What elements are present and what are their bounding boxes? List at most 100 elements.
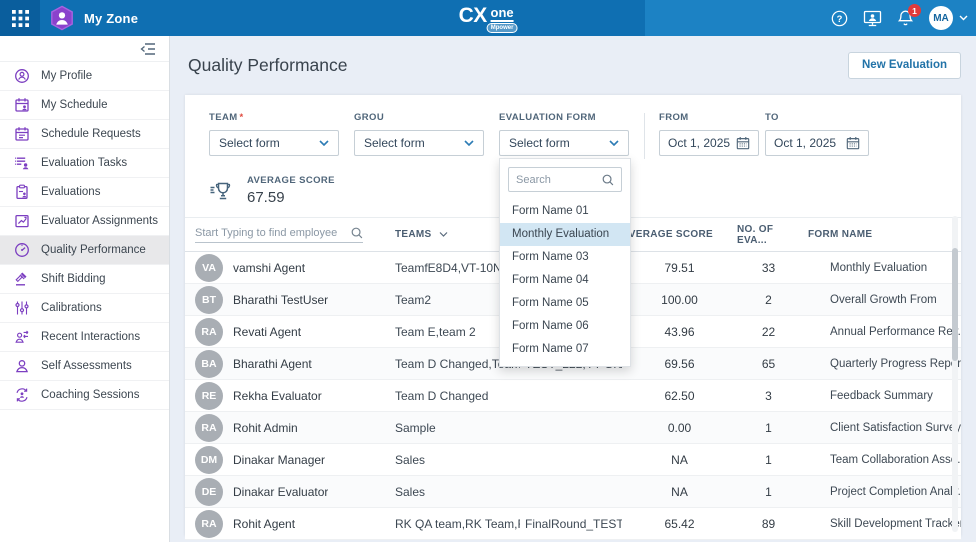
- collapse-sidebar-icon[interactable]: [140, 42, 156, 56]
- column-header-average-score[interactable]: AVERAGE SCORE: [622, 229, 737, 240]
- form-name-cell: Overall Growth From: [800, 294, 961, 306]
- new-evaluation-button[interactable]: New Evaluation: [848, 52, 961, 79]
- sidebar-item-evaluations[interactable]: Evaluations: [0, 178, 169, 207]
- form-name-cell: Team Collaboration Asse...: [800, 454, 961, 466]
- table-row[interactable]: RARohit AdminSample0.001Client Satisfact…: [185, 412, 961, 444]
- evaluations-count-cell: 2: [737, 293, 800, 307]
- column-header-evaluations[interactable]: NO. OF EVA...: [737, 224, 800, 246]
- monitor-icon[interactable]: [863, 10, 882, 27]
- sidebar-item-coaching-sessions[interactable]: Coaching Sessions: [0, 381, 169, 410]
- employee-cell: DMDinakar Manager: [185, 446, 395, 474]
- chevron-down-icon: [439, 232, 448, 237]
- sidebar-item-my-schedule[interactable]: My Schedule: [0, 91, 169, 120]
- to-date-input[interactable]: Oct 1, 2025: [765, 130, 869, 156]
- calibrations-icon: [14, 300, 30, 316]
- evaluation-form-dropdown: Form Name 01Monthly EvaluationForm Name …: [499, 158, 631, 367]
- sidebar-item-my-profile[interactable]: My Profile: [0, 62, 169, 91]
- sidebar-item-label: Shift Bidding: [41, 273, 106, 285]
- my-schedule-icon: [14, 97, 30, 113]
- table-row[interactable]: DEDinakar EvaluatorSalesNA1Project Compl…: [185, 476, 961, 508]
- chevron-down-icon[interactable]: [959, 15, 968, 21]
- employee-name: Rohit Admin: [233, 421, 298, 435]
- evaluator-assignments-icon: [14, 213, 30, 229]
- employee-search-input[interactable]: [195, 227, 351, 239]
- avatar: BA: [195, 350, 223, 378]
- dropdown-option[interactable]: Form Name 06: [500, 315, 630, 338]
- average-score-cell: 65.42: [622, 517, 737, 531]
- sidebar-item-label: Evaluator Assignments: [41, 215, 158, 227]
- dropdown-option[interactable]: Form Name 04: [500, 269, 630, 292]
- group-filter-label: GROU: [354, 112, 484, 123]
- employee-cell: RARohit Admin: [185, 414, 395, 442]
- from-date-input[interactable]: Oct 1, 2025: [659, 130, 759, 156]
- help-icon[interactable]: ?: [831, 10, 848, 27]
- mpower-badge: Mpower: [487, 23, 518, 33]
- sidebar-collapse-row: [0, 36, 169, 62]
- employee-name: Rohit Agent: [233, 517, 295, 531]
- team-select-value: Select form: [219, 136, 280, 150]
- sidebar-item-schedule-requests[interactable]: Schedule Requests: [0, 120, 169, 149]
- group-filter: GROU Select form: [354, 112, 484, 159]
- team-filter: TEAM* Select form: [209, 112, 339, 159]
- dropdown-search-input[interactable]: [516, 174, 602, 186]
- employee-cell: BTBharathi TestUser: [185, 286, 395, 314]
- employee-cell: RARohit Agent: [185, 510, 395, 538]
- employee-name: vamshi Agent: [233, 261, 305, 275]
- employee-name: Dinakar Evaluator: [233, 485, 328, 499]
- apps-grid-icon: [12, 10, 29, 27]
- dropdown-option[interactable]: Monthly Evaluation: [500, 223, 630, 246]
- evaluation-form-select[interactable]: Select form: [499, 130, 629, 156]
- dropdown-option[interactable]: Form Name 05: [500, 292, 630, 315]
- table-row[interactable]: DMDinakar ManagerSalesNA1Team Collaborat…: [185, 444, 961, 476]
- dropdown-option[interactable]: Form Name 01: [500, 200, 630, 223]
- notifications-icon[interactable]: 1: [897, 9, 914, 27]
- calendar-icon: [736, 136, 750, 150]
- average-score-cell: 79.51: [622, 261, 737, 275]
- dropdown-option[interactable]: Form Name 07: [500, 338, 630, 361]
- sidebar-item-shift-bidding[interactable]: Shift Bidding: [0, 265, 169, 294]
- team-select[interactable]: Select form: [209, 130, 339, 156]
- page-title: Quality Performance: [188, 55, 348, 76]
- avatar: VA: [195, 254, 223, 282]
- dropdown-option[interactable]: Form Name 03: [500, 246, 630, 269]
- to-date-value: Oct 1, 2025: [774, 136, 836, 150]
- sidebar-item-evaluation-tasks[interactable]: Evaluation Tasks: [0, 149, 169, 178]
- chevron-down-icon: [464, 140, 474, 146]
- average-score-cell: NA: [622, 485, 737, 499]
- sidebar-item-label: Evaluations: [41, 186, 100, 198]
- employee-cell: RARevati Agent: [185, 318, 395, 346]
- sidebar-item-self-assessments[interactable]: Self Assessments: [0, 352, 169, 381]
- dropdown-search: [508, 167, 622, 192]
- evaluations-count-cell: 1: [737, 453, 800, 467]
- sidebar-item-calibrations[interactable]: Calibrations: [0, 294, 169, 323]
- form-name-cell: Project Completion Analy...: [800, 486, 961, 498]
- average-score-cell: 0.00: [622, 421, 737, 435]
- sidebar-item-recent-interactions[interactable]: Recent Interactions: [0, 323, 169, 352]
- myzone-hexagon-icon: [49, 5, 75, 31]
- evaluations-icon: [14, 184, 30, 200]
- to-date-label: TO: [765, 112, 869, 123]
- average-score-cell: 43.96: [622, 325, 737, 339]
- teams-cell: Team D Changed: [395, 389, 520, 403]
- logo-one-text: one: [491, 6, 514, 22]
- sidebar-item-label: Coaching Sessions: [41, 389, 139, 401]
- column-header-form-name[interactable]: FORM NAME: [800, 229, 961, 240]
- scrollbar-thumb[interactable]: [952, 248, 958, 361]
- app-launcher-button[interactable]: [0, 0, 40, 36]
- sidebar-item-quality-performance[interactable]: Quality Performance: [0, 236, 169, 265]
- myzone-app-button[interactable]: My Zone: [49, 5, 138, 31]
- sidebar-item-evaluator-assignments[interactable]: Evaluator Assignments: [0, 207, 169, 236]
- group-select[interactable]: Select form: [354, 130, 484, 156]
- sidebar-nav: My ProfileMy ScheduleSchedule RequestsEv…: [0, 62, 169, 410]
- trophy-icon: [209, 179, 235, 203]
- app-title: My Zone: [84, 11, 138, 26]
- table-row[interactable]: RARohit AgentRK QA team,RK Team,Rohi...F…: [185, 508, 961, 540]
- user-avatar[interactable]: MA: [929, 6, 953, 30]
- average-score-label: AVERAGE SCORE: [247, 175, 335, 186]
- logo-cx-text: CX: [459, 5, 487, 26]
- quality-performance-icon: [14, 242, 30, 258]
- table-row[interactable]: RERekha EvaluatorTeam D Changed62.503Fee…: [185, 380, 961, 412]
- svg-text:?: ?: [837, 13, 843, 24]
- employee-cell: VA vamshi Agent: [185, 254, 395, 282]
- from-date-filter: FROM Oct 1, 2025: [659, 112, 759, 159]
